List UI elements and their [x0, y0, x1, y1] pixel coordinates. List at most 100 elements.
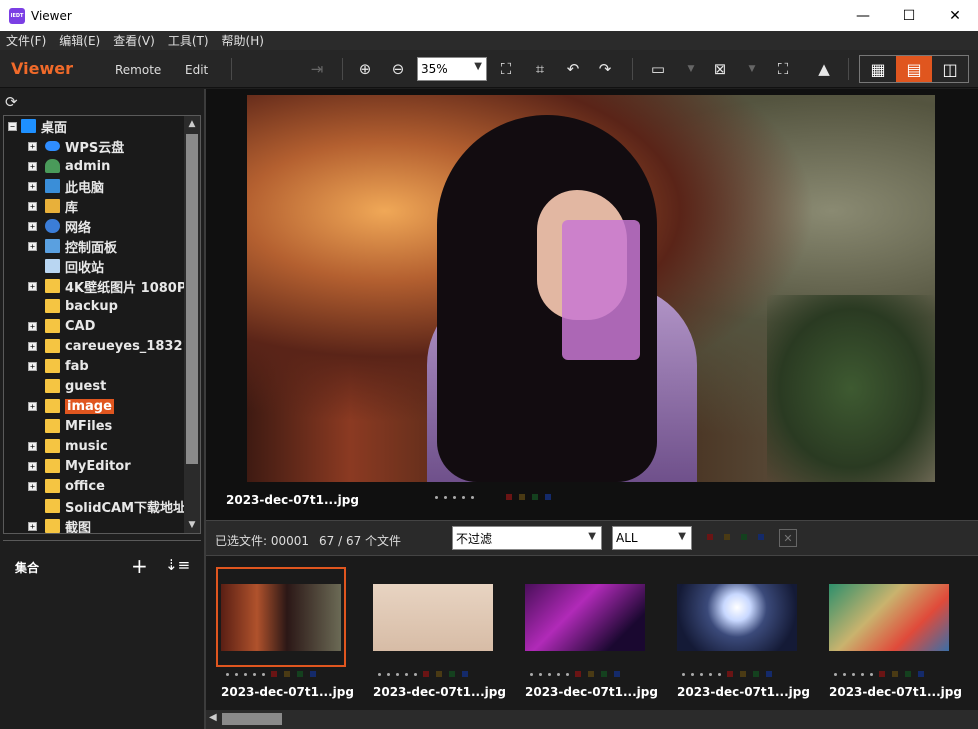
expand-icon[interactable]: +	[28, 341, 37, 351]
actual-size-icon[interactable]: ⌗	[529, 58, 551, 80]
filter-value: 不过滤	[456, 531, 493, 546]
expand-icon[interactable]: +	[28, 181, 37, 191]
expand-icon[interactable]: +	[28, 241, 37, 251]
rating-dots[interactable]	[530, 671, 627, 677]
thumbnail-item[interactable]: 2023-dec-07t1...jpg	[520, 567, 658, 699]
thumbnail-item[interactable]: 2023-dec-07t1...jpg	[824, 567, 962, 699]
rating-select[interactable]: ALL ▼	[612, 526, 692, 550]
menu-edit[interactable]: 编辑(E)	[59, 32, 100, 49]
expand-icon[interactable]: +	[28, 441, 37, 451]
filter-select[interactable]: 不过滤 ▼	[452, 526, 602, 550]
user-icon	[45, 159, 60, 173]
scrollbar-thumb[interactable]	[222, 713, 282, 725]
minimize-button[interactable]: —	[840, 0, 886, 31]
thumbnail-item[interactable]: 2023-dec-07t1...jpg	[216, 567, 354, 699]
zoom-select[interactable]: 35% ▼	[417, 57, 487, 81]
tree-item[interactable]: 回收站	[28, 256, 200, 276]
tree-item[interactable]: + admin	[28, 156, 200, 176]
zoom-out-icon[interactable]: ⊖	[387, 58, 409, 80]
preview-image[interactable]	[247, 95, 935, 482]
yellow-label-filter[interactable]	[724, 534, 730, 540]
tree-item[interactable]: + fab	[28, 356, 200, 376]
rating-dots[interactable]	[226, 671, 323, 677]
tree-item[interactable]: + 网络	[28, 216, 200, 236]
split-view-icon[interactable]: ◫	[932, 56, 968, 82]
tree-scrollbar[interactable]: ▲ ▼	[184, 116, 200, 533]
color-labels[interactable]	[506, 494, 558, 500]
expand-icon[interactable]: +	[28, 201, 37, 211]
menu-view[interactable]: 查看(V)	[113, 32, 155, 49]
layout-icon[interactable]: ▭	[647, 58, 669, 80]
preview-filename: 2023-dec-07t1...jpg	[226, 493, 359, 507]
tree-item[interactable]: + careueyes_183214	[28, 336, 200, 356]
tree-item[interactable]: SolidCAM下载地址	[28, 496, 200, 516]
tree-item[interactable]: MFiles	[28, 416, 200, 436]
close-button[interactable]: ✕	[932, 0, 978, 31]
thumbnail-scrollbar[interactable]: ◀	[206, 710, 978, 729]
scroll-down-icon[interactable]: ▼	[184, 517, 200, 533]
tree-item[interactable]: + 控制面板	[28, 236, 200, 256]
histogram-icon[interactable]: ▲	[813, 58, 835, 80]
rotate-left-icon[interactable]: ↶	[562, 58, 584, 80]
add-collection-icon[interactable]: +	[131, 554, 148, 578]
expand-icon[interactable]: +	[28, 221, 37, 231]
tree-item[interactable]: + office	[28, 476, 200, 496]
menu-file[interactable]: 文件(F)	[6, 32, 46, 49]
tree-item[interactable]: + CAD	[28, 316, 200, 336]
menu-help[interactable]: 帮助(H)	[222, 32, 264, 49]
tree-item[interactable]: + music	[28, 436, 200, 456]
tree-label: 桌面	[41, 120, 68, 136]
rotate-right-icon[interactable]: ↷	[594, 58, 616, 80]
tree-item[interactable]: + WPS云盘	[28, 136, 200, 156]
app-logo-icon: IEDT	[9, 7, 25, 24]
thumbnail-item[interactable]: 2023-dec-07t1...jpg	[368, 567, 506, 699]
zoom-in-icon[interactable]: ⊕	[354, 58, 376, 80]
expand-icon[interactable]: +	[28, 401, 37, 411]
rating-dots[interactable]	[378, 671, 475, 677]
tree-item[interactable]: + MyEditor	[28, 456, 200, 476]
expand-icon[interactable]: +	[28, 481, 37, 491]
chevron-down-icon[interactable]: ▼	[741, 58, 763, 80]
fullscreen-icon[interactable]: ⛶	[772, 58, 794, 80]
export-icon[interactable]: ⇥	[306, 58, 328, 80]
maximize-button[interactable]: ☐	[886, 0, 932, 31]
tree-item[interactable]: guest	[28, 376, 200, 396]
clear-filter-button[interactable]: ✕	[779, 529, 797, 547]
thumbnail-item[interactable]: 2023-dec-07t1...jpg	[672, 567, 810, 699]
tree-item[interactable]: + 截图	[28, 516, 200, 533]
tree-item[interactable]: + 库	[28, 196, 200, 216]
rating-dots[interactable]	[435, 496, 480, 499]
scroll-up-icon[interactable]: ▲	[184, 116, 200, 132]
refresh-icon[interactable]: ⟳	[5, 93, 18, 111]
scroll-left-icon[interactable]: ◀	[209, 712, 217, 723]
collapse-icon[interactable]: −	[8, 121, 17, 131]
grid-view-icon[interactable]: ▦	[860, 56, 896, 82]
red-label-filter[interactable]	[707, 534, 713, 540]
expand-icon[interactable]: +	[28, 361, 37, 371]
expand-icon[interactable]: +	[28, 161, 37, 171]
menu-tools[interactable]: 工具(T)	[168, 32, 209, 49]
rating-dots[interactable]	[682, 671, 779, 677]
expand-icon[interactable]: +	[28, 521, 37, 531]
rating-dots[interactable]	[834, 671, 931, 677]
expand-icon[interactable]: +	[28, 461, 37, 471]
remote-button[interactable]: Remote	[115, 63, 161, 77]
blue-label-filter[interactable]	[758, 534, 764, 540]
expand-icon[interactable]: +	[28, 141, 37, 151]
tree-item[interactable]: + 此电脑	[28, 176, 200, 196]
sort-icon[interactable]: ⇣≡	[165, 556, 190, 574]
tree-item[interactable]: backup	[28, 296, 200, 316]
chevron-down-icon[interactable]: ▼	[680, 58, 702, 80]
tree-item[interactable]: +4K壁纸图片 1080P	[28, 276, 200, 296]
thumbnail-name: 2023-dec-07t1...jpg	[221, 685, 354, 699]
expand-icon[interactable]: +	[28, 281, 37, 291]
fit-window-icon[interactable]: ⛶	[495, 58, 517, 80]
compare-icon[interactable]: ⊠	[709, 58, 731, 80]
edit-button[interactable]: Edit	[185, 63, 208, 77]
filmstrip-view-icon[interactable]: ▤	[896, 56, 932, 82]
green-label-filter[interactable]	[741, 534, 747, 540]
tree-item-desktop[interactable]: − 桌面	[8, 116, 188, 136]
expand-icon[interactable]: +	[28, 321, 37, 331]
scrollbar-thumb[interactable]	[186, 134, 198, 464]
tree-item[interactable]: + image	[28, 396, 200, 416]
